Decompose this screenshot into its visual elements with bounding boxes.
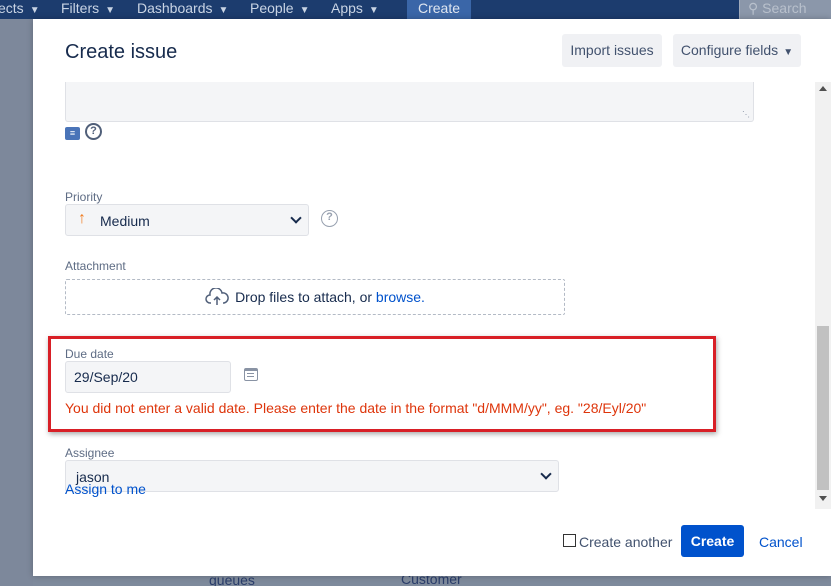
nav-projects-label: ects	[0, 0, 24, 16]
top-navigation: ects ▼ Filters ▼ Dashboards ▼ People ▼ Apps ▼…	[0, 0, 831, 19]
due-date-label: Due date	[65, 347, 114, 361]
nav-filters[interactable]: Filters ▼	[61, 0, 115, 19]
help-icon[interactable]: ?	[85, 123, 102, 140]
create-issue-dialog: Create issue Import issues Configure fie…	[33, 19, 831, 576]
scrollbar-thumb[interactable]	[817, 326, 829, 490]
nav-dashboards-label: Dashboards	[137, 0, 213, 16]
assign-to-me-link[interactable]: Assign to me	[65, 481, 146, 497]
chevron-down-icon: ▼	[368, 5, 379, 16]
import-issues-button[interactable]: Import issues	[562, 34, 662, 67]
browse-link[interactable]: browse.	[376, 289, 425, 305]
nav-apps[interactable]: Apps ▼	[331, 0, 379, 19]
dialog-content: ⋱ ≡ ? Priority ↑ Medium ? Attachment Dro…	[33, 82, 815, 504]
priority-value: Medium	[100, 213, 150, 229]
attachment-dropzone[interactable]: Drop files to attach, or browse.	[65, 279, 565, 315]
chevron-down-icon	[540, 468, 552, 480]
due-date-input[interactable]: 29/Sep/20	[65, 361, 231, 393]
nav-create-button[interactable]: Create	[407, 0, 471, 19]
create-button[interactable]: Create	[681, 525, 744, 557]
create-another-label[interactable]: Create another	[579, 534, 672, 550]
calendar-icon[interactable]	[244, 368, 258, 381]
configure-fields-button[interactable]: Configure fields ▼	[673, 34, 801, 67]
due-date-error: You did not enter a valid date. Please e…	[65, 400, 647, 416]
chevron-down-icon: ▼	[29, 5, 40, 16]
scroll-up-arrow-icon[interactable]	[819, 86, 827, 91]
chevron-down-icon: ▼	[299, 5, 310, 16]
chevron-down-icon: ▼	[218, 5, 229, 16]
dialog-scrollbar[interactable]	[815, 82, 831, 509]
configure-fields-label: Configure fields	[680, 42, 779, 58]
chevron-down-icon	[290, 212, 302, 224]
dialog-header: Create issue Import issues Configure fie…	[33, 19, 831, 82]
priority-label: Priority	[65, 190, 103, 204]
chevron-down-icon: ▼	[105, 5, 116, 16]
assignee-label: Assignee	[65, 446, 115, 460]
arrow-up-icon: ↑	[78, 210, 86, 227]
dialog-title: Create issue	[65, 41, 178, 63]
text-mode-icon[interactable]: ≡	[65, 127, 80, 140]
attachment-label: Attachment	[65, 259, 126, 273]
scroll-down-arrow-icon[interactable]	[819, 496, 827, 501]
priority-help-icon[interactable]: ?	[321, 210, 338, 227]
nav-people[interactable]: People ▼	[250, 0, 310, 19]
nav-apps-label: Apps	[331, 0, 363, 16]
nav-filters-label: Filters	[61, 0, 100, 16]
chevron-down-icon: ▼	[783, 47, 794, 58]
sidebar-overlay	[0, 19, 33, 586]
create-another-checkbox[interactable]	[563, 534, 576, 547]
cloud-upload-icon	[205, 287, 229, 305]
description-textarea[interactable]: ⋱	[65, 82, 754, 122]
nav-people-label: People	[250, 0, 294, 16]
nav-dashboards[interactable]: Dashboards ▼	[137, 0, 228, 19]
nav-search-input[interactable]: ⚲ Search	[739, 0, 831, 19]
dropzone-text: Drop files to attach, or	[235, 289, 373, 305]
search-placeholder: Search	[762, 0, 807, 16]
search-icon: ⚲	[748, 0, 759, 16]
priority-select[interactable]: ↑ Medium	[65, 204, 309, 236]
nav-projects[interactable]: ects ▼	[0, 0, 40, 19]
resize-handle-icon[interactable]: ⋱	[742, 111, 750, 119]
cancel-button[interactable]: Cancel	[759, 534, 803, 550]
